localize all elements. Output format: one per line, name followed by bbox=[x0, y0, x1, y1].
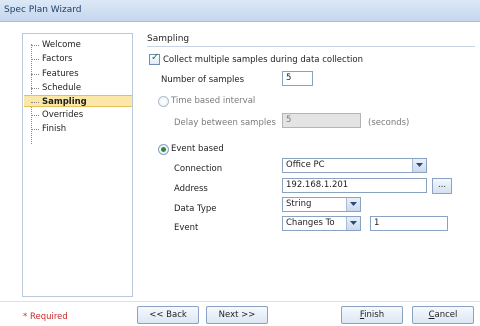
next-button[interactable]: Next >> bbox=[206, 306, 268, 324]
delay-label: Delay between samples bbox=[174, 118, 276, 128]
address-label: Address bbox=[174, 184, 208, 194]
connection-label: Connection bbox=[174, 164, 223, 174]
tree-item-label: Schedule bbox=[42, 83, 82, 93]
required-note: * Required bbox=[23, 312, 68, 322]
tree-item-factors[interactable]: Factors bbox=[31, 53, 131, 65]
connection-value: Office PC bbox=[286, 160, 325, 170]
event-select[interactable]: Changes To bbox=[282, 216, 361, 231]
tree-item-label: Finish bbox=[42, 124, 67, 134]
chevron-down-icon[interactable] bbox=[412, 159, 426, 172]
event-target-input[interactable]: 1 bbox=[370, 216, 448, 231]
tree-item-label: Welcome bbox=[42, 40, 81, 50]
tree-item-features[interactable]: Features bbox=[31, 68, 131, 80]
data-type-value: String bbox=[286, 199, 312, 209]
back-button[interactable]: << Back bbox=[137, 306, 199, 324]
delay-unit: (seconds) bbox=[368, 118, 410, 128]
footer-divider bbox=[0, 301, 480, 302]
tree-item-label: Overrides bbox=[42, 110, 84, 120]
chevron-down-icon[interactable] bbox=[346, 198, 360, 211]
connection-select[interactable]: Office PC bbox=[282, 158, 427, 173]
event-based-radio[interactable] bbox=[158, 144, 169, 155]
window-title: Spec Plan Wizard bbox=[4, 5, 82, 15]
group-title: Sampling bbox=[147, 34, 190, 44]
tree-item-label: Sampling bbox=[42, 97, 87, 107]
chevron-down-icon[interactable] bbox=[346, 217, 360, 230]
cancel-label-rest: ancel bbox=[434, 310, 458, 320]
browse-address-button[interactable]: ... bbox=[432, 178, 452, 194]
tree-item-label: Factors bbox=[42, 54, 73, 64]
title-bar: Spec Plan Wizard bbox=[0, 0, 480, 22]
event-label: Event bbox=[174, 223, 199, 233]
time-based-radio[interactable] bbox=[158, 96, 169, 107]
tree-item-finish[interactable]: Finish bbox=[31, 123, 131, 135]
address-input[interactable]: 192.168.1.201 bbox=[282, 178, 427, 193]
event-value: Changes To bbox=[286, 218, 335, 228]
delay-input[interactable]: 5 bbox=[282, 113, 361, 128]
group-divider bbox=[147, 46, 475, 47]
multiple-samples-checkbox[interactable]: ✓ bbox=[149, 52, 160, 65]
cancel-button[interactable]: Cancel bbox=[412, 306, 474, 324]
tree-item-schedule[interactable]: Schedule bbox=[31, 82, 131, 94]
finish-button[interactable]: Finish bbox=[341, 306, 403, 324]
data-type-select[interactable]: String bbox=[282, 197, 361, 212]
finish-label-rest: inish bbox=[364, 310, 385, 320]
tree-item-sampling[interactable]: Sampling bbox=[24, 95, 132, 107]
wizard-step-tree: Welcome Factors Features Schedule Sampli… bbox=[22, 33, 133, 297]
tree-item-overrides[interactable]: Overrides bbox=[31, 109, 131, 121]
radio-dot-icon bbox=[161, 147, 166, 152]
num-samples-label: Number of samples bbox=[161, 75, 245, 85]
checkmark-icon: ✓ bbox=[151, 52, 160, 63]
num-samples-input[interactable]: 5 bbox=[282, 71, 313, 86]
data-type-label: Data Type bbox=[174, 204, 217, 214]
tree-item-label: Features bbox=[42, 69, 79, 79]
event-based-label: Event based bbox=[171, 144, 224, 154]
tree-item-welcome[interactable]: Welcome bbox=[31, 39, 131, 51]
time-based-label: Time based interval bbox=[171, 96, 256, 106]
multiple-samples-label: Collect multiple samples during data col… bbox=[163, 55, 363, 65]
